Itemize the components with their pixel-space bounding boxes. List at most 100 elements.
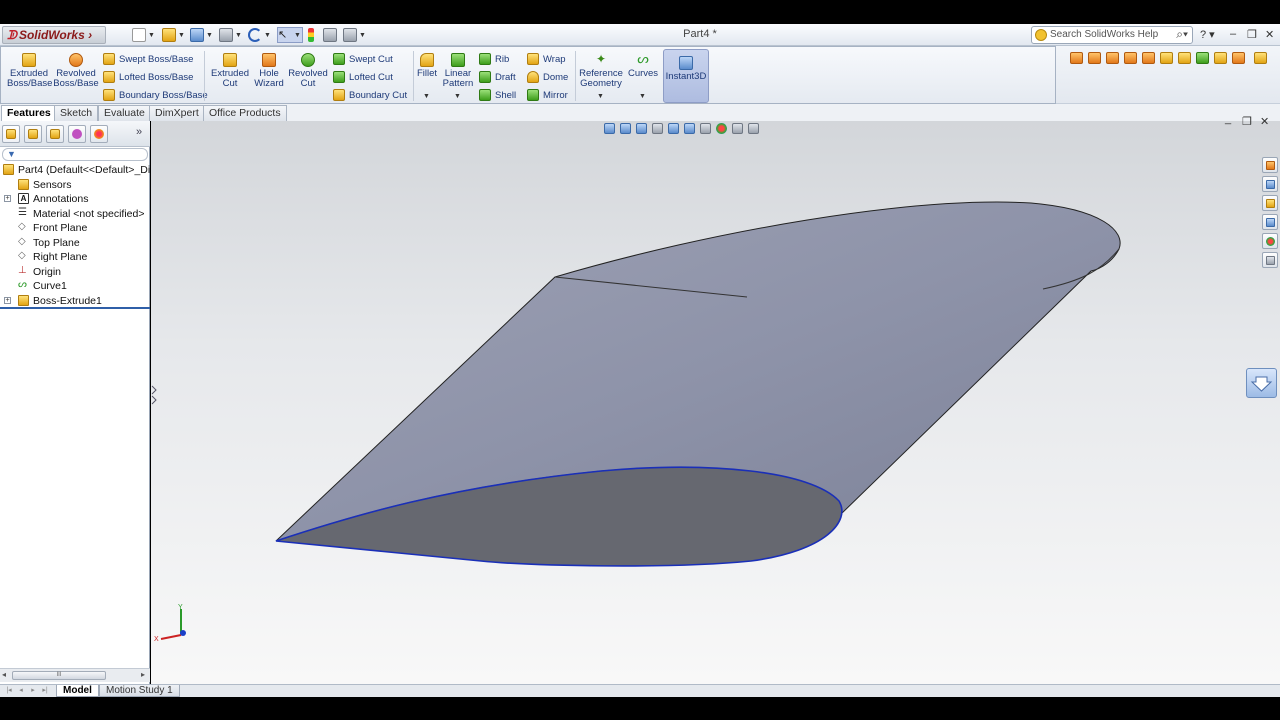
appearances-tab[interactable] <box>1262 233 1278 249</box>
custom-properties-tab[interactable] <box>1262 252 1278 268</box>
extruded-cut-button[interactable]: Extruded Cut <box>209 53 251 89</box>
graphics-area[interactable]: _ ❐ ✕ Y X <box>151 113 1280 684</box>
configurationmanager-tab[interactable] <box>46 125 64 143</box>
tree-item-front-plane[interactable]: ◇ Front Plane <box>0 221 150 236</box>
command-manager-tabs: Features Sketch Evaluate DimXpert Office… <box>0 104 1280 121</box>
save-button[interactable]: ▼ <box>190 27 216 43</box>
yellow-tool-icon[interactable] <box>1254 52 1267 64</box>
document-title: Part4 * <box>683 28 717 40</box>
featuremanager-tab[interactable] <box>2 125 20 143</box>
orange-tool-icon[interactable] <box>1070 52 1083 64</box>
orange-tool-icon[interactable] <box>1232 52 1245 64</box>
tab-motion-study-1[interactable]: Motion Study 1 <box>99 685 180 697</box>
curves-dropdown-icon[interactable]: ▼ <box>639 93 646 100</box>
next-tab-icon[interactable]: ▸ <box>28 686 38 696</box>
draft-button[interactable]: Draft <box>479 70 516 84</box>
help-menu[interactable]: ? ▾ <box>1200 28 1215 41</box>
tree-item-sensors[interactable]: Sensors <box>0 178 150 193</box>
tab-sketch[interactable]: Sketch <box>54 105 99 121</box>
boundary-cut-button[interactable]: Boundary Cut <box>333 88 407 102</box>
yellow-tool-icon[interactable] <box>1214 52 1227 64</box>
swept-cut-button[interactable]: Swept Cut <box>333 52 393 66</box>
view-palette-tab[interactable] <box>1262 214 1278 230</box>
rib-button[interactable]: Rib <box>479 52 509 66</box>
new-document-button[interactable]: ▼ <box>132 27 158 43</box>
tab-office-products[interactable]: Office Products <box>203 105 287 121</box>
lofted-boss-button[interactable]: Lofted Boss/Base <box>103 70 193 84</box>
options-button[interactable]: ▼ <box>343 27 369 43</box>
tab-evaluate[interactable]: Evaluate <box>98 105 151 121</box>
tab-model[interactable]: Model <box>56 685 99 697</box>
orange-tool-icon[interactable] <box>1142 52 1155 64</box>
reference-dropdown-icon[interactable]: ▼ <box>597 93 604 100</box>
yellow-tool-icon[interactable] <box>1178 52 1191 64</box>
expand-down-button[interactable] <box>1246 368 1277 398</box>
select-button[interactable]: ↖ ▼ <box>277 27 303 43</box>
extruded-boss-button[interactable]: Extruded Boss/Base <box>7 53 52 89</box>
tree-item-material[interactable]: ☰ Material <not specified> <box>0 207 150 222</box>
orange-tool-icon[interactable] <box>1124 52 1137 64</box>
instant3d-button[interactable]: Instant3D <box>663 49 709 103</box>
close-icon[interactable]: ✕ <box>1265 28 1274 41</box>
scroll-thumb[interactable]: III <box>12 671 106 680</box>
propertymanager-tab[interactable] <box>24 125 42 143</box>
rollback-bar[interactable] <box>0 307 150 309</box>
expand-icon[interactable]: + <box>4 296 11 304</box>
tree-filter-input[interactable]: ▼ <box>2 148 148 161</box>
last-tab-icon[interactable]: ▸| <box>40 686 50 696</box>
scroll-right-icon[interactable]: ▸ <box>141 670 145 679</box>
tree-item-top-plane[interactable]: ◇ Top Plane <box>0 236 150 251</box>
orange-tool-icon[interactable] <box>1106 52 1119 64</box>
tree-item-origin[interactable]: ⊥ Origin <box>0 265 150 280</box>
expand-chevron-icon[interactable]: » <box>136 126 142 138</box>
tree-root[interactable]: Part4 (Default<<Default>_Disp <box>0 163 150 178</box>
first-tab-icon[interactable]: |◂ <box>4 686 14 696</box>
revolved-cut-button[interactable]: Revolved Cut <box>287 53 329 89</box>
search-icon[interactable]: ⌕▾ <box>1176 27 1188 42</box>
open-button[interactable]: ▼ <box>162 27 188 43</box>
revolved-boss-button[interactable]: Revolved Boss/Base <box>53 53 99 89</box>
tree-item-annotations[interactable]: + A Annotations <box>0 192 150 207</box>
undo-button[interactable]: ▼ <box>248 27 274 43</box>
wrap-button[interactable]: Wrap <box>527 52 566 66</box>
swept-boss-button[interactable]: Swept Boss/Base <box>103 52 193 66</box>
yellow-tool-icon[interactable] <box>1160 52 1173 64</box>
tree-item-boss-extrude1[interactable]: + Boss-Extrude1 <box>0 294 150 309</box>
linear-pattern-button[interactable]: Linear Pattern <box>441 53 475 89</box>
tab-features[interactable]: Features <box>1 105 57 121</box>
shell-button[interactable]: Shell <box>479 88 516 102</box>
reference-geometry-button[interactable]: ✦ Reference Geometry <box>579 53 623 89</box>
prev-tab-icon[interactable]: ◂ <box>16 686 26 696</box>
file-explorer-tab[interactable] <box>1262 195 1278 211</box>
expand-icon[interactable]: + <box>4 195 11 202</box>
solidworks-logo[interactable]: ᗫ SolidWorks › <box>2 26 106 44</box>
right-toolbar <box>1056 46 1280 104</box>
fillet-dropdown-icon[interactable]: ▼ <box>423 93 430 100</box>
minimize-icon[interactable]: – <box>1230 28 1236 40</box>
design-library-tab[interactable] <box>1262 176 1278 192</box>
orange-tool-icon[interactable] <box>1088 52 1101 64</box>
model-view[interactable] <box>151 121 1280 684</box>
tab-dimxpert[interactable]: DimXpert <box>149 105 205 121</box>
lofted-cut-button[interactable]: Lofted Cut <box>333 70 393 84</box>
pattern-dropdown-icon[interactable]: ▼ <box>454 93 461 100</box>
search-input[interactable]: Search SolidWorks Help ⌕▾ <box>1031 26 1193 44</box>
print-button[interactable]: ▼ <box>219 27 245 43</box>
dimxpertmanager-tab[interactable] <box>68 125 86 143</box>
mirror-button[interactable]: Mirror <box>527 88 568 102</box>
tree-item-right-plane[interactable]: ◇ Right Plane <box>0 250 150 265</box>
solidworks-resources-tab[interactable] <box>1262 157 1278 173</box>
scroll-left-icon[interactable]: ◂ <box>2 670 6 679</box>
tree-item-curve1[interactable]: ᔕ Curve1 <box>0 279 150 294</box>
displaymanager-tab[interactable] <box>90 125 108 143</box>
custom-properties-icon <box>1266 256 1275 265</box>
dome-button[interactable]: Dome <box>527 70 568 84</box>
panel-splitter[interactable] <box>150 384 158 406</box>
fillet-button[interactable]: Fillet <box>415 53 439 79</box>
boundary-boss-button[interactable]: Boundary Boss/Base <box>103 88 208 102</box>
green-tool-icon[interactable] <box>1196 52 1209 64</box>
curves-button[interactable]: ᔕ Curves <box>627 52 659 79</box>
restore-icon[interactable]: ❐ <box>1247 28 1257 41</box>
horizontal-scrollbar[interactable]: ◂ III ▸ <box>0 668 150 682</box>
hole-wizard-button[interactable]: Hole Wizard <box>253 53 285 89</box>
